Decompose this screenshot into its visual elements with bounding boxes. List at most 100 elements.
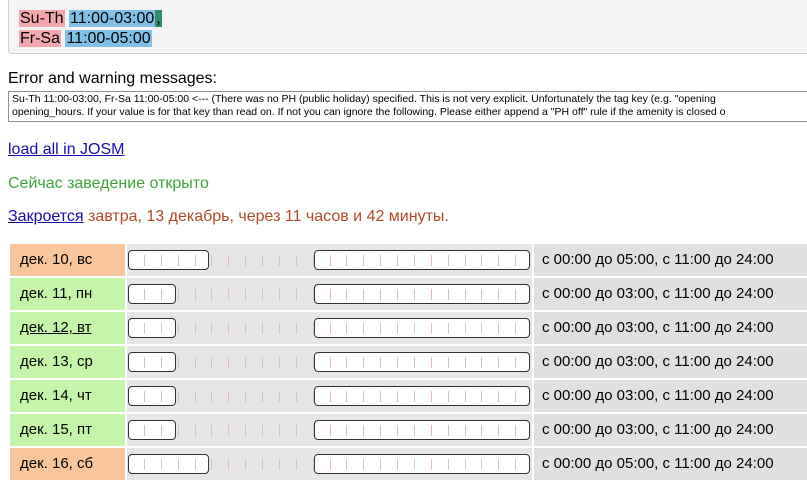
hour-tick xyxy=(448,425,449,436)
day-label: дек. 12, вт xyxy=(10,312,125,344)
hour-tick xyxy=(144,323,145,334)
open-interval-bar xyxy=(128,250,209,270)
day-timeline xyxy=(127,448,532,480)
day-timeline xyxy=(127,312,532,344)
error-messages-box[interactable]: Su-Th 11:00-03:00, Fr-Sa 11:00-05:00 <--… xyxy=(8,91,807,122)
open-interval-bar xyxy=(314,352,530,372)
hour-tick xyxy=(465,255,466,266)
hour-tick xyxy=(211,323,212,334)
day-hours-text: с 00:00 до 05:00, с 11:00 до 24:00 xyxy=(534,448,807,480)
hour-tick xyxy=(481,255,482,266)
input-line-2: Fr-Sa 11:00-05:00 xyxy=(19,29,152,48)
hour-tick xyxy=(363,323,364,334)
hour-tick xyxy=(330,323,331,334)
hour-tick xyxy=(178,391,179,402)
open-interval-bar xyxy=(314,420,530,440)
hour-tick xyxy=(161,425,162,436)
hour-tick xyxy=(161,289,162,300)
day-hours-text: с 00:00 до 03:00, с 11:00 до 24:00 xyxy=(534,312,807,344)
closes-link[interactable]: Закроется xyxy=(8,208,84,225)
hour-tick xyxy=(515,425,516,436)
day-timeline xyxy=(127,244,532,276)
day-hours-text: с 00:00 до 03:00, с 11:00 до 24:00 xyxy=(534,346,807,378)
error-messages-label: Error and warning messages: xyxy=(8,70,217,87)
hour-tick xyxy=(397,323,398,334)
hour-tick xyxy=(330,459,331,470)
hour-tick xyxy=(465,357,466,368)
hour-tick xyxy=(498,323,499,334)
open-interval-bar xyxy=(314,250,530,270)
hour-tick xyxy=(228,323,229,334)
hour-tick xyxy=(279,255,280,266)
hour-tick xyxy=(380,323,381,334)
hour-tick xyxy=(178,289,179,300)
hour-tick xyxy=(380,425,381,436)
hour-tick xyxy=(262,323,263,334)
hour-tick xyxy=(414,425,415,436)
opening-hours-input[interactable]: Su-Th 11:00-03:00, Fr-Sa 11:00-05:00 xyxy=(8,0,807,54)
day-row: дек. 11, пн с 00:00 до 03:00, с 11:00 до … xyxy=(10,278,807,310)
hour-tick xyxy=(481,391,482,402)
hour-tick xyxy=(262,425,263,436)
hour-tick xyxy=(262,357,263,368)
hour-tick xyxy=(195,459,196,470)
hour-tick xyxy=(330,357,331,368)
hour-tick xyxy=(211,459,212,470)
hour-tick xyxy=(144,289,145,300)
open-interval-bar xyxy=(314,284,530,304)
hour-tick xyxy=(161,357,162,368)
hour-tick xyxy=(211,289,212,300)
hour-tick xyxy=(245,425,246,436)
closes-detail-text: завтра, 13 декабрь, через 11 часов и 42 … xyxy=(83,208,449,225)
input-token-time: 11:00-03:00 xyxy=(69,10,156,27)
hour-tick xyxy=(245,357,246,368)
open-interval-bar xyxy=(128,386,176,406)
hour-tick xyxy=(296,323,297,334)
hour-tick xyxy=(279,357,280,368)
hour-tick xyxy=(397,255,398,266)
hour-tick xyxy=(262,459,263,470)
hour-tick xyxy=(448,289,449,300)
day-hours-text: с 00:00 до 03:00, с 11:00 до 24:00 xyxy=(534,414,807,446)
hour-tick xyxy=(515,255,516,266)
hour-tick xyxy=(195,391,196,402)
hour-tick xyxy=(211,255,212,266)
hour-tick xyxy=(481,459,482,470)
hour-tick xyxy=(363,425,364,436)
day-timeline xyxy=(127,414,532,446)
load-josm-link[interactable]: load all in JOSM xyxy=(8,141,125,159)
hour-tick xyxy=(330,255,331,266)
day-label: дек. 13, ср xyxy=(10,346,125,378)
input-token-separator: , xyxy=(155,10,162,27)
hour-tick xyxy=(228,289,229,300)
hour-tick xyxy=(431,255,432,266)
hour-tick xyxy=(178,357,179,368)
error-message-line: opening_hours. If your value is for that… xyxy=(12,106,726,118)
hour-tick xyxy=(195,255,196,266)
hour-tick xyxy=(515,391,516,402)
hour-tick xyxy=(346,357,347,368)
hour-tick xyxy=(363,255,364,266)
hour-tick xyxy=(465,459,466,470)
error-message-line: Su-Th 11:00-03:00, Fr-Sa 11:00-05:00 <--… xyxy=(12,93,716,105)
hour-tick xyxy=(330,425,331,436)
hour-tick xyxy=(363,357,364,368)
hour-tick xyxy=(431,357,432,368)
hour-tick xyxy=(397,391,398,402)
hour-tick xyxy=(211,391,212,402)
hour-tick xyxy=(346,425,347,436)
day-row: дек. 14, чт с 00:00 до 03:00, с 11:00 до … xyxy=(10,380,807,412)
hour-tick xyxy=(498,425,499,436)
hour-tick xyxy=(228,459,229,470)
open-interval-bar xyxy=(128,284,176,304)
hour-tick xyxy=(397,357,398,368)
hour-tick xyxy=(481,357,482,368)
hour-tick xyxy=(178,425,179,436)
hour-tick xyxy=(346,255,347,266)
hour-tick xyxy=(414,323,415,334)
hour-tick xyxy=(245,289,246,300)
hour-tick xyxy=(498,459,499,470)
hour-tick xyxy=(144,425,145,436)
hour-tick xyxy=(414,289,415,300)
hour-tick xyxy=(144,391,145,402)
